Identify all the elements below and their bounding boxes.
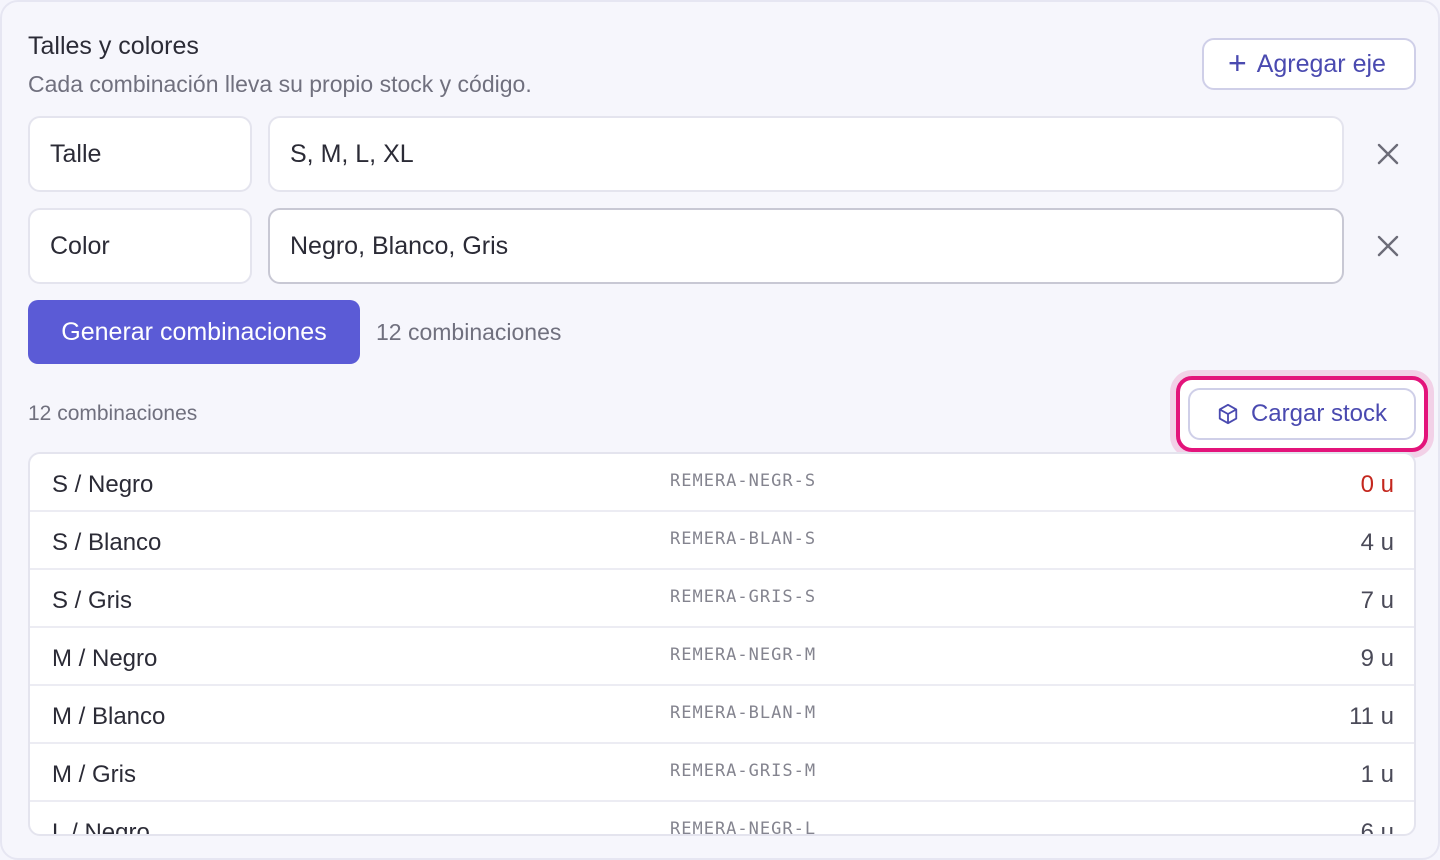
list-item[interactable]: M / Gris REMERA-GRIS-M 1 u bbox=[30, 744, 1414, 802]
load-stock-button[interactable]: Cargar stock bbox=[1188, 388, 1416, 440]
section-title: Talles y colores bbox=[28, 32, 199, 60]
combination-name: M / Gris bbox=[52, 761, 136, 788]
combination-sku: REMERA-GRIS-M bbox=[670, 761, 817, 781]
combination-sku: REMERA-GRIS-S bbox=[670, 587, 817, 607]
combination-name: S / Blanco bbox=[52, 529, 162, 556]
axis-values-field-color[interactable]: Negro, Blanco, Gris bbox=[268, 208, 1344, 284]
axis-name-field-color[interactable]: Color bbox=[28, 208, 252, 284]
section-subtitle: Cada combinación lleva su propio stock y… bbox=[28, 71, 532, 97]
combinations-list: S / Negro REMERA-NEGR-S 0 u S / Blanco R… bbox=[28, 452, 1416, 836]
combinations-count: 12 combinaciones bbox=[28, 402, 198, 425]
close-icon bbox=[1377, 235, 1399, 257]
combination-stock: 7 u bbox=[1360, 587, 1394, 614]
list-item[interactable]: M / Blanco REMERA-BLAN-M 11 u bbox=[30, 686, 1414, 744]
list-item[interactable]: S / Negro REMERA-NEGR-S 0 u bbox=[30, 454, 1414, 512]
add-axis-label: Agregar eje bbox=[1256, 49, 1386, 78]
list-item[interactable]: S / Gris REMERA-GRIS-S 7 u bbox=[30, 570, 1414, 628]
combination-name: M / Negro bbox=[52, 645, 158, 672]
list-item[interactable]: M / Negro REMERA-NEGR-M 9 u bbox=[30, 628, 1414, 686]
axis-name-value: Color bbox=[50, 231, 110, 260]
axis-values-field-talle[interactable]: S, M, L, XL bbox=[268, 116, 1344, 192]
variants-panel: Talles y colores Cada combinación lleva … bbox=[0, 0, 1440, 860]
close-icon bbox=[1377, 143, 1399, 165]
combination-stock: 6 u bbox=[1360, 819, 1394, 836]
combination-sku: REMERA-NEGR-S bbox=[670, 471, 817, 491]
combination-name: S / Negro bbox=[52, 471, 154, 498]
list-item[interactable]: L / Negro REMERA-NEGR-L 6 u bbox=[30, 802, 1414, 836]
list-item[interactable]: S / Blanco REMERA-BLAN-S 4 u bbox=[30, 512, 1414, 570]
axis-name-field-talle[interactable]: Talle bbox=[28, 116, 252, 192]
load-stock-label: Cargar stock bbox=[1250, 400, 1388, 427]
axis-values-value: S, M, L, XL bbox=[290, 139, 414, 168]
add-axis-button[interactable]: + Agregar eje bbox=[1202, 38, 1416, 90]
combination-stock: 1 u bbox=[1360, 761, 1394, 788]
combination-stock: 9 u bbox=[1360, 645, 1394, 672]
combination-name: L / Negro bbox=[52, 819, 150, 836]
combination-name: S / Gris bbox=[52, 587, 133, 614]
combination-name: M / Blanco bbox=[52, 703, 166, 730]
combination-sku: REMERA-BLAN-S bbox=[670, 529, 817, 549]
combination-sku: REMERA-BLAN-M bbox=[670, 703, 817, 723]
combination-stock: 0 u bbox=[1360, 471, 1394, 498]
combination-stock: 4 u bbox=[1360, 529, 1394, 556]
generate-combinations-button[interactable]: Generar combinaciones bbox=[28, 300, 360, 364]
axis-values-value: Negro, Blanco, Gris bbox=[290, 231, 509, 260]
box-icon bbox=[1218, 403, 1238, 425]
remove-axis-button-talle[interactable] bbox=[1368, 134, 1408, 174]
remove-axis-button-color[interactable] bbox=[1368, 226, 1408, 266]
combination-sku: REMERA-NEGR-M bbox=[670, 645, 817, 665]
axis-name-value: Talle bbox=[50, 139, 102, 168]
plus-icon: + bbox=[1228, 44, 1247, 81]
combination-sku: REMERA-NEGR-L bbox=[670, 819, 817, 836]
generated-count: 12 combinaciones bbox=[376, 319, 562, 345]
combination-stock: 11 u bbox=[1349, 703, 1394, 730]
